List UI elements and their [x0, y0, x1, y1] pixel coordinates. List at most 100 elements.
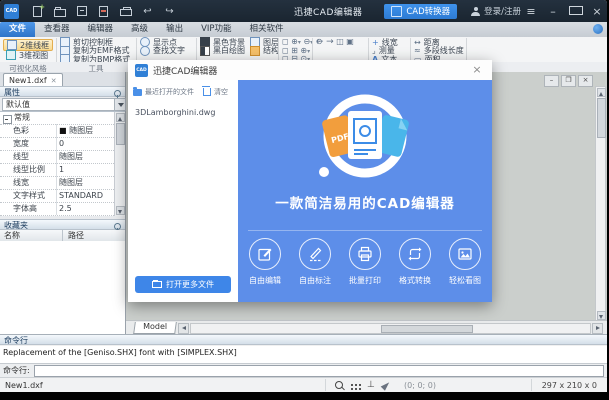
property-row-width[interactable]: 宽度 0: [0, 137, 114, 151]
tab-editor[interactable]: 编辑器: [79, 22, 123, 37]
scroll-right-icon[interactable]: [592, 323, 603, 334]
favorites-path-column[interactable]: 路径: [68, 230, 84, 241]
print-button[interactable]: [119, 5, 132, 18]
undo-button[interactable]: ↩: [141, 5, 154, 18]
document-tab[interactable]: New1.dxf ✕: [3, 73, 63, 87]
pen-icon[interactable]: [380, 379, 392, 391]
trash-icon: [202, 86, 211, 96]
vertical-scrollbar[interactable]: [595, 86, 606, 322]
open-folder-icon: [152, 280, 162, 288]
horizontal-scrollbar[interactable]: [190, 323, 591, 334]
save-button[interactable]: [75, 5, 88, 18]
menu-icon[interactable]: ≡: [525, 5, 537, 18]
property-scrollbar[interactable]: [114, 112, 125, 216]
preset-dropdown[interactable]: 默认值: [2, 98, 126, 111]
quick-access-toolbar: ↩ ↪: [31, 3, 176, 18]
document-tab-bar: New1.dxf ✕: [0, 72, 125, 87]
property-row-text-style[interactable]: 文字样式 STANDARD: [0, 189, 114, 203]
collapse-icon[interactable]: [3, 115, 12, 124]
tab-vip[interactable]: VIP功能: [192, 22, 240, 37]
model-tab[interactable]: Model: [133, 322, 177, 334]
format-convert-button[interactable]: 格式转换: [392, 238, 438, 286]
open-file-button[interactable]: [53, 5, 66, 18]
ortho-icon[interactable]: ⊥: [367, 380, 375, 390]
free-annotate-button[interactable]: 自由标注: [292, 238, 338, 286]
scrollbar-thumb[interactable]: [381, 325, 473, 333]
saved-view-icon[interactable]: ◫: [336, 37, 344, 46]
new-file-icon: [33, 3, 45, 17]
recent-files-label: 最近打开的文件: [145, 88, 194, 96]
ribbon-3d-view-button[interactable]: 3维视图: [3, 50, 51, 60]
named-view-icon[interactable]: ▣: [346, 37, 354, 46]
annotate-icon: [310, 247, 322, 262]
tab-file[interactable]: 文件: [0, 22, 36, 37]
grid-snap-icon[interactable]: [351, 384, 353, 386]
scrollbar-thumb[interactable]: [597, 98, 606, 138]
scroll-up-icon[interactable]: [597, 88, 606, 97]
next-view-icon[interactable]: →: [326, 37, 334, 47]
status-toggle-icons: ⊥: [335, 379, 392, 391]
scroll-down-icon[interactable]: [116, 206, 125, 215]
status-bar: New1.dxf ⊥ (0; 0; 0) 297 x 210 x 0: [0, 377, 607, 392]
update-icon[interactable]: [593, 24, 603, 34]
property-row-font-height[interactable]: 字体高 2.5: [0, 202, 114, 216]
edit-icon: [258, 248, 272, 261]
batch-print-button[interactable]: 批量打印: [342, 238, 388, 286]
mdi-close-button[interactable]: ×: [578, 75, 593, 87]
login-button[interactable]: 登录/注册: [471, 5, 521, 17]
dialog-slogan: 一款简洁易用的CAD编辑器: [275, 196, 455, 212]
pdf-icon: [99, 5, 108, 17]
save-icon: [76, 6, 87, 16]
tab-close-icon[interactable]: ✕: [51, 77, 57, 85]
mdi-restore-button[interactable]: ❐: [561, 75, 576, 87]
bw-drawing-icon: [200, 45, 210, 56]
favorites-name-column[interactable]: 名称: [4, 230, 20, 241]
redo-button[interactable]: ↪: [163, 5, 176, 18]
free-edit-button[interactable]: 自由编辑: [242, 238, 288, 286]
mdi-minimize-button[interactable]: –: [544, 75, 559, 87]
pin-icon[interactable]: [114, 222, 121, 231]
dialog-close-button[interactable]: ×: [470, 63, 484, 77]
tab-related[interactable]: 相关软件: [241, 22, 293, 37]
close-button[interactable]: ×: [591, 5, 603, 18]
minimize-button[interactable]: –: [547, 5, 559, 18]
app-window: CAD ↩ ↪ 迅捷CAD编辑器 CAD转换器 登录/注册 ≡ – × 文件 查: [0, 0, 607, 392]
new-file-button[interactable]: [31, 3, 45, 18]
maximize-button[interactable]: [569, 5, 583, 18]
ribbon-structure-button[interactable]: 结构: [250, 45, 279, 56]
property-row-color[interactable]: 色彩 ■ 随图层: [0, 124, 114, 138]
recent-file-item[interactable]: 3DLamborghini.dwg: [128, 106, 238, 120]
ribbon-bw-drawing-button[interactable]: 黑白绘图: [200, 45, 245, 56]
previous-view-icon[interactable]: ←: [316, 37, 324, 47]
scroll-left-icon[interactable]: [178, 323, 189, 334]
favorites-list[interactable]: [0, 241, 125, 334]
find-text-icon: [140, 45, 150, 56]
property-row-linetype-scale[interactable]: 线型比例 1: [0, 163, 114, 177]
command-panel-header: 命令行: [0, 334, 607, 345]
scroll-down-icon[interactable]: [597, 311, 606, 320]
scrollbar-thumb[interactable]: [116, 123, 125, 145]
pin-icon[interactable]: [114, 89, 121, 98]
view-navigation-tools[interactable]: ← → ◫ ▣: [316, 37, 354, 47]
magnifier-icon[interactable]: [335, 381, 343, 389]
ribbon-find-text-button[interactable]: 查找文字: [140, 45, 185, 56]
property-row-lineweight[interactable]: 线宽 随图层: [0, 176, 114, 190]
dropdown-arrow-icon[interactable]: [114, 99, 125, 110]
cad-suite-logo: PDF: [319, 94, 409, 178]
dialog-logo-icon: CAD: [135, 63, 148, 77]
welcome-dialog: CAD 迅捷CAD编辑器 × 最近打开的文件 清空 3DLamborghini.…: [128, 60, 492, 302]
tab-output[interactable]: 输出: [157, 22, 192, 37]
tab-advanced[interactable]: 高级: [122, 22, 157, 37]
export-pdf-button[interactable]: [97, 5, 110, 18]
properties-panel-header: 属性: [0, 86, 125, 98]
cad-converter-button[interactable]: CAD转换器: [384, 3, 458, 19]
open-folder-icon: [53, 6, 66, 17]
clear-recent-button[interactable]: 清空: [214, 87, 228, 97]
easy-view-button[interactable]: 轻松看图: [442, 238, 488, 286]
tab-viewer[interactable]: 查看器: [35, 22, 79, 37]
favorites-panel-header: 收藏夹: [0, 219, 125, 231]
command-input[interactable]: [33, 364, 604, 377]
scroll-up-icon[interactable]: [116, 113, 125, 122]
open-more-files-button[interactable]: 打开更多文件: [135, 276, 231, 293]
property-row-linetype[interactable]: 线型 随图层: [0, 150, 114, 164]
